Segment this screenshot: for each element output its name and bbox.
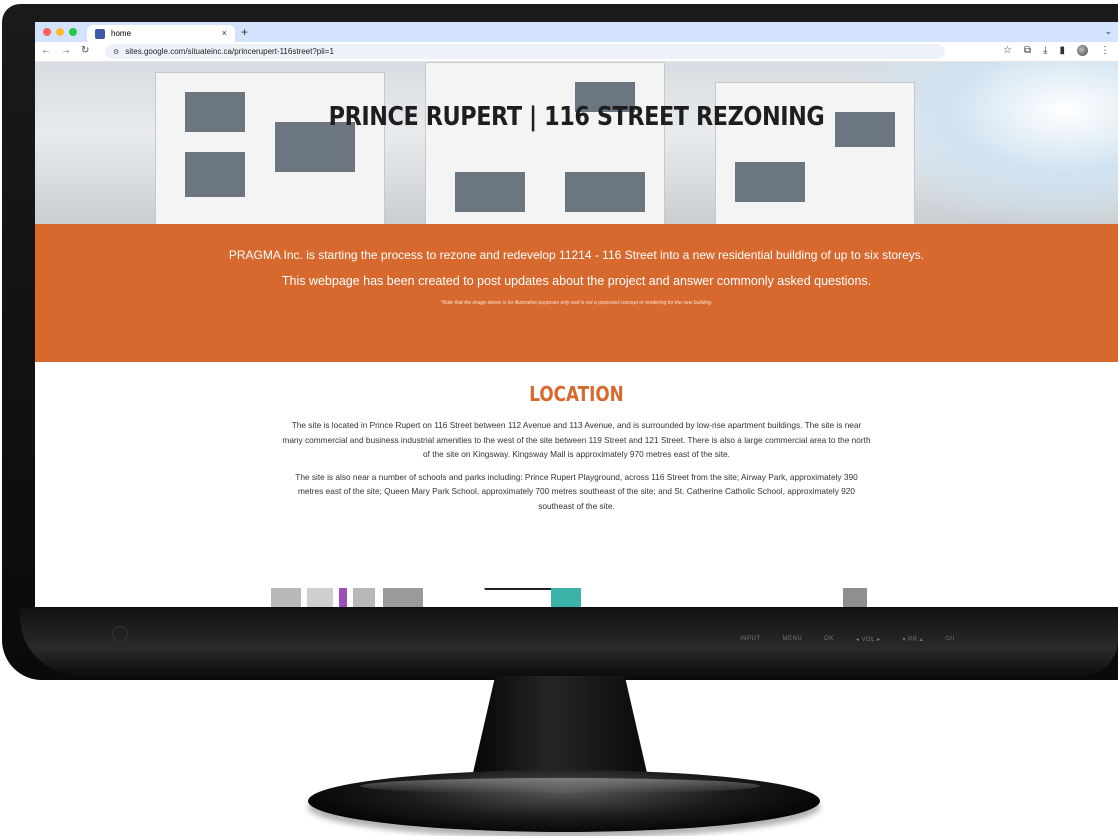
toolbar-icons: ☆ ⧉ ⤓ ▮ ⋮: [1003, 45, 1110, 56]
map-block: [843, 588, 867, 607]
page-title: PRINCE RUPERT | 116 STREET REZONING: [328, 102, 825, 132]
monitor-base-shine: [360, 778, 760, 794]
new-tab-button[interactable]: +: [241, 25, 248, 39]
monitor-control-ok: OK: [824, 636, 834, 642]
extensions-icon[interactable]: ⧉: [1024, 45, 1031, 56]
location-schools-paragraph: The site is also near a number of school…: [295, 471, 858, 511]
reload-icon[interactable]: ↻: [81, 45, 89, 56]
download-icon[interactable]: ⤓: [1043, 45, 1047, 56]
monitor-control-input: INPUT: [740, 636, 761, 642]
close-window-icon[interactable]: [43, 28, 51, 36]
map-block: [307, 588, 333, 607]
monitor-controls: INPUT MENU OK ◂ VOL ▸ ▾ PR ▴ ⏻/I: [740, 636, 955, 643]
hero-window: [735, 162, 805, 202]
tab-title: home: [111, 29, 132, 38]
back-arrow-icon[interactable]: ←: [41, 45, 51, 56]
map-block-site: [551, 588, 581, 607]
map-block: [271, 588, 301, 607]
menu-kebab-icon[interactable]: ⋮: [1100, 45, 1110, 56]
tab-close-icon[interactable]: ×: [222, 28, 227, 38]
intro-paragraph: PRAGMA Inc. is starting the process to r…: [228, 248, 925, 262]
monitor-scene: INPUT MENU OK ◂ VOL ▸ ▾ PR ▴ ⏻/I home × …: [0, 0, 1118, 836]
hero-banner: PRINCE RUPERT | 116 STREET REZONING: [35, 62, 1118, 224]
tab-search-chevron-icon[interactable]: ⌄: [1104, 26, 1112, 37]
map-block: [383, 588, 423, 607]
location-paragraph: The site is located in Prince Rupert on …: [282, 420, 871, 459]
side-panel-icon[interactable]: ▮: [1059, 45, 1065, 56]
intro-purpose: This webpage has been created to post up…: [281, 274, 872, 288]
intro-banner: PRAGMA Inc. is starting the process to r…: [35, 224, 1118, 362]
forward-arrow-icon[interactable]: →: [61, 45, 71, 56]
profile-avatar[interactable]: [1077, 45, 1088, 56]
address-bar[interactable]: ⚙ sites.google.com/situateinc.ca/princer…: [105, 44, 945, 59]
minimize-window-icon[interactable]: [56, 28, 64, 36]
monitor-control-pr: ▾ PR ▴: [902, 637, 924, 643]
image-disclaimer-note: *Note that the image above is for illust…: [440, 300, 713, 306]
hero-window: [565, 172, 645, 212]
location-map-preview: [271, 584, 871, 607]
monitor-control-power: ⏻/I: [945, 636, 955, 642]
location-heading: LOCATION: [529, 382, 624, 406]
hero-window: [455, 172, 525, 212]
monitor-control-vol: ◂ VOL ▸: [855, 637, 881, 643]
monitor-screen: home × + ⌄ ← → ↻ ⚙ sites.google.com/situ…: [35, 22, 1118, 607]
power-button-icon: [112, 626, 128, 642]
map-block-highlight: [339, 588, 347, 607]
browser-toolbar: ← → ↻ ⚙ sites.google.com/situateinc.ca/p…: [35, 42, 1118, 62]
location-section: LOCATION The site is located in Prince R…: [35, 362, 1118, 513]
bookmark-star-icon[interactable]: ☆: [1003, 45, 1012, 56]
hero-window: [185, 152, 245, 197]
browser-tab-home[interactable]: home ×: [87, 25, 235, 42]
browser-tab-strip: home × + ⌄: [35, 22, 1118, 42]
maximize-window-icon[interactable]: [69, 28, 77, 36]
window-controls: [43, 28, 77, 36]
address-url: sites.google.com/situateinc.ca/princerup…: [125, 47, 334, 56]
monitor-control-menu: MENU: [782, 636, 803, 642]
site-favicon-icon: [95, 28, 105, 39]
map-block: [353, 588, 375, 607]
site-info-icon[interactable]: ⚙: [113, 48, 119, 56]
